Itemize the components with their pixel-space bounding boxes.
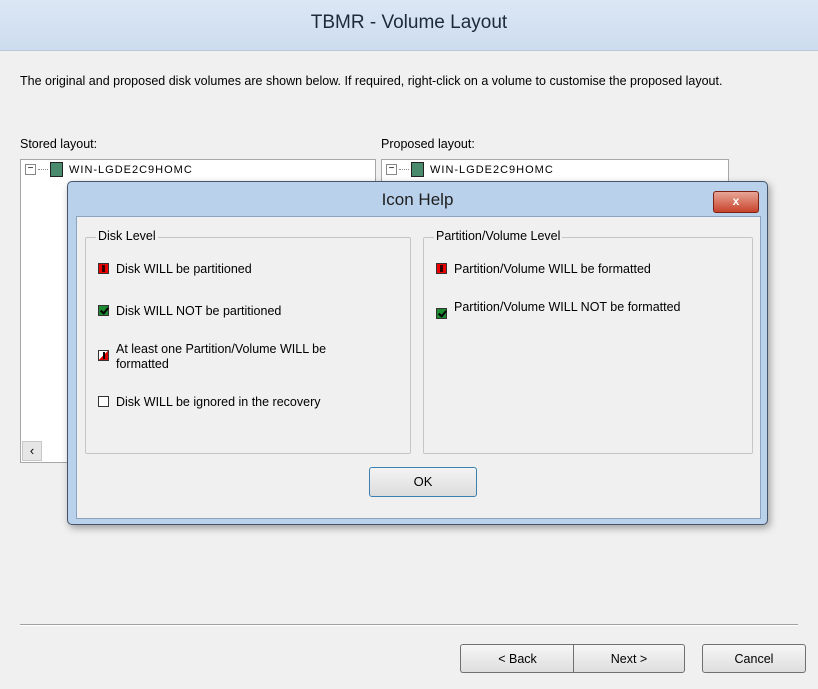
legend-text: Disk WILL NOT be partitioned bbox=[116, 304, 282, 318]
window-title: TBMR - Volume Layout bbox=[310, 12, 508, 33]
disk-icon bbox=[411, 162, 424, 177]
tree-node[interactable]: − WIN-LGDE2C9HOMC bbox=[386, 162, 554, 180]
proposed-layout-label: Proposed layout: bbox=[381, 137, 475, 151]
window-title-bar: TBMR - Volume Layout bbox=[0, 0, 818, 51]
legend-item: Partition/Volume WILL NOT be formatted bbox=[436, 300, 691, 319]
description-text: The original and proposed disk volumes a… bbox=[20, 74, 723, 88]
back-button[interactable]: < Back bbox=[460, 644, 574, 673]
legend-item: At least one Partition/Volume WILL be fo… bbox=[98, 342, 328, 372]
collapse-icon[interactable]: − bbox=[386, 164, 397, 175]
partition-level-group: Partition/Volume Level Partition/Volume … bbox=[423, 229, 753, 454]
dialog-title: Icon Help bbox=[381, 190, 454, 209]
green-check-icon bbox=[436, 308, 447, 319]
disk-icon bbox=[50, 162, 63, 177]
icon-help-dialog: Icon Help x Disk Level Disk WILL be part… bbox=[67, 181, 768, 525]
cancel-button[interactable]: Cancel bbox=[702, 644, 806, 673]
partition-level-title: Partition/Volume Level bbox=[434, 229, 563, 243]
footer-separator bbox=[20, 624, 798, 626]
half-red-exclamation-icon bbox=[98, 350, 109, 361]
disk-level-group: Disk Level Disk WILL be partitioned Disk… bbox=[85, 229, 411, 454]
legend-text: Partition/Volume WILL be formatted bbox=[454, 262, 651, 276]
ok-button[interactable]: OK bbox=[369, 467, 477, 497]
tree-node-label: WIN-LGDE2C9HOMC bbox=[69, 163, 193, 176]
legend-item: Disk WILL be ignored in the recovery bbox=[98, 395, 328, 410]
red-exclamation-icon bbox=[98, 263, 109, 274]
legend-item: Disk WILL be partitioned bbox=[98, 262, 398, 277]
legend-item: Partition/Volume WILL be formatted bbox=[436, 262, 736, 277]
legend-text: At least one Partition/Volume WILL be fo… bbox=[116, 342, 327, 371]
tree-node-label: WIN-LGDE2C9HOMC bbox=[430, 163, 554, 176]
close-icon[interactable]: x bbox=[713, 191, 759, 213]
tree-connector bbox=[38, 169, 48, 170]
disk-level-title: Disk Level bbox=[96, 229, 158, 243]
empty-box-icon bbox=[98, 396, 109, 407]
next-button[interactable]: Next > bbox=[573, 644, 685, 673]
legend-text: Disk WILL be partitioned bbox=[116, 262, 252, 276]
stored-layout-label: Stored layout: bbox=[20, 137, 98, 151]
dialog-content: Disk Level Disk WILL be partitioned Disk… bbox=[76, 216, 761, 519]
legend-item: Disk WILL NOT be partitioned bbox=[98, 304, 398, 319]
collapse-icon[interactable]: − bbox=[25, 164, 36, 175]
scroll-left-arrow-icon[interactable]: ‹ bbox=[22, 441, 42, 461]
green-check-icon bbox=[98, 305, 109, 316]
tree-connector bbox=[399, 169, 409, 170]
tree-node[interactable]: − WIN-LGDE2C9HOMC bbox=[25, 162, 193, 180]
red-exclamation-icon bbox=[436, 263, 447, 274]
legend-text: Partition/Volume WILL NOT be formatted bbox=[454, 300, 681, 314]
legend-text: Disk WILL be ignored in the recovery bbox=[116, 395, 321, 409]
